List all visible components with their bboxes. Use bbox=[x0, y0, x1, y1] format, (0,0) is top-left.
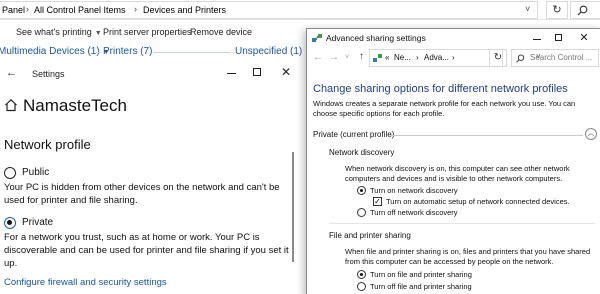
advanced-navigation-bar: ← → ˅ ↑ « Ne... › Adva... › ˅ ↻ Search C… bbox=[307, 47, 600, 69]
category-multimedia-devices[interactable]: Multimedia Devices (1) ▼ bbox=[0, 46, 110, 57]
private-profile-label: Private (current profile) bbox=[313, 130, 395, 139]
advanced-heading: Change sharing options for different net… bbox=[313, 83, 568, 95]
explorer-address-box[interactable]: Panel › All Control Panel Items › Device… bbox=[0, 1, 538, 19]
profile-header-divider bbox=[391, 135, 583, 136]
advanced-title-bar: Advanced sharing settings ✕ bbox=[307, 29, 600, 47]
breadcrumb-separator-icon[interactable]: › bbox=[134, 4, 137, 14]
private-radio[interactable] bbox=[4, 217, 16, 229]
search-icon bbox=[577, 5, 588, 16]
turn-on-file-sharing-radio[interactable] bbox=[357, 270, 366, 279]
turn-off-file-sharing-label: Turn off file and printer sharing bbox=[370, 282, 472, 291]
public-radio[interactable] bbox=[4, 167, 16, 179]
back-arrow-icon[interactable]: ← bbox=[313, 52, 323, 63]
control-panel-icon bbox=[373, 54, 382, 62]
address-crumb-advanced[interactable]: Adva... bbox=[424, 53, 449, 62]
turn-off-network-discovery-radio[interactable] bbox=[357, 208, 366, 217]
private-description: For a network you trust, such as at home… bbox=[4, 232, 289, 269]
address-overflow-icon[interactable]: « bbox=[385, 53, 389, 62]
close-button[interactable]: ✕ bbox=[276, 63, 296, 81]
remove-device-command[interactable]: Remove device bbox=[190, 27, 252, 37]
turn-on-network-discovery-radio[interactable] bbox=[357, 186, 366, 195]
address-dropdown-icon[interactable]: ˅ bbox=[525, 4, 530, 14]
maximize-icon bbox=[253, 68, 261, 76]
network-discovery-title: Network discovery bbox=[329, 148, 395, 157]
minimize-icon bbox=[533, 39, 541, 40]
settings-window-title: Settings bbox=[32, 69, 65, 79]
category-multimedia-label: Multimedia Devices (1) bbox=[0, 46, 100, 57]
minimize-button[interactable] bbox=[529, 31, 545, 45]
network-discovery-description: When network discovery is on, this compu… bbox=[345, 164, 570, 183]
configure-firewall-link[interactable]: Configure firewall and security settings bbox=[4, 277, 167, 288]
back-arrow-icon[interactable]: ← bbox=[6, 67, 17, 79]
search-icon bbox=[516, 54, 525, 63]
settings-window: ← Settings ✕ NamasteTech Network profile… bbox=[0, 60, 300, 294]
search-box[interactable] bbox=[570, 1, 600, 19]
close-button[interactable]: ✕ bbox=[575, 30, 593, 46]
search-placeholder: Search Control ... bbox=[530, 53, 593, 62]
advanced-sharing-window: Advanced sharing settings ✕ ← → ˅ ↑ « Ne… bbox=[306, 28, 600, 294]
advanced-content: Change sharing options for different net… bbox=[307, 69, 600, 294]
page-title: NamasteTech bbox=[23, 96, 127, 115]
breadcrumb-separator-icon[interactable]: › bbox=[452, 53, 455, 62]
turn-on-file-sharing-label: Turn on file and printer sharing bbox=[370, 270, 472, 279]
category-printers[interactable]: Printers (7) bbox=[103, 46, 152, 57]
private-label: Private bbox=[22, 217, 54, 228]
explorer-address-bar: Panel › All Control Panel Items › Device… bbox=[0, 0, 600, 20]
advanced-window-title: Advanced sharing settings bbox=[326, 33, 426, 43]
refresh-button[interactable]: ↻ bbox=[489, 49, 507, 67]
advanced-intro-text: Windows creates a separate network profi… bbox=[313, 99, 576, 118]
turn-off-network-discovery-label: Turn off network discovery bbox=[370, 208, 458, 217]
recent-locations-icon[interactable]: ˅ bbox=[345, 54, 349, 61]
breadcrumb-devices-and-printers[interactable]: Devices and Printers bbox=[143, 5, 226, 15]
breadcrumb-separator-icon[interactable]: › bbox=[26, 4, 29, 14]
maximize-icon bbox=[555, 34, 562, 41]
file-printer-sharing-description: When file and printer sharing is on, fil… bbox=[345, 247, 591, 266]
auto-setup-checkbox[interactable]: ✓ bbox=[373, 197, 382, 206]
breadcrumb-separator-icon[interactable]: › bbox=[416, 53, 419, 62]
category-divider bbox=[96, 52, 101, 53]
print-server-properties-command[interactable]: Print server properties bbox=[103, 27, 192, 37]
scrollbar[interactable] bbox=[292, 152, 294, 262]
advanced-address-box[interactable]: « Ne... › Adva... › ˅ bbox=[369, 49, 541, 67]
section-title: Network profile bbox=[4, 137, 91, 152]
chevron-down-icon: ▼ bbox=[94, 30, 102, 37]
file-printer-sharing-title: File and printer sharing bbox=[329, 231, 411, 240]
close-icon: ✕ bbox=[280, 65, 292, 79]
public-description: Your PC is hidden from other devices on … bbox=[4, 182, 280, 206]
up-arrow-icon[interactable]: ↑ bbox=[359, 51, 364, 62]
maximize-button[interactable] bbox=[551, 31, 567, 45]
see-whats-printing-command[interactable]: See what's printing ▼ bbox=[16, 27, 102, 37]
private-profile-header[interactable]: Private (current profile) ︿ bbox=[313, 128, 599, 142]
public-label: Public bbox=[22, 167, 50, 178]
category-unspecified[interactable]: Unspecified (1) bbox=[235, 46, 302, 57]
section-divider bbox=[329, 223, 595, 224]
turn-off-file-sharing-radio[interactable] bbox=[357, 282, 366, 291]
auto-setup-label: Turn on automatic setup of network conne… bbox=[386, 197, 570, 206]
minimize-icon bbox=[227, 73, 236, 74]
home-icon bbox=[5, 98, 17, 112]
see-whats-printing-label: See what's printing bbox=[16, 27, 92, 37]
settings-title-bar: ← Settings ✕ bbox=[0, 60, 300, 88]
breadcrumb-panel[interactable]: Panel bbox=[2, 5, 25, 15]
collapse-chevron-icon[interactable]: ︿ bbox=[585, 128, 597, 140]
checkmark-icon: ✓ bbox=[374, 197, 381, 206]
refresh-button[interactable]: ↻ bbox=[546, 1, 568, 19]
minimize-button[interactable] bbox=[222, 63, 242, 81]
search-control-panel-input[interactable]: Search Control ... bbox=[511, 49, 599, 67]
address-crumb-network[interactable]: Ne... bbox=[394, 53, 411, 62]
breadcrumb-all-control-panel-items[interactable]: All Control Panel Items bbox=[34, 5, 126, 15]
forward-arrow-icon[interactable]: → bbox=[329, 52, 339, 63]
close-icon: ✕ bbox=[579, 32, 589, 44]
category-divider bbox=[153, 52, 231, 53]
network-sharing-icon bbox=[312, 34, 322, 42]
turn-on-network-discovery-label: Turn on network discovery bbox=[370, 186, 458, 195]
maximize-button[interactable] bbox=[248, 63, 268, 81]
